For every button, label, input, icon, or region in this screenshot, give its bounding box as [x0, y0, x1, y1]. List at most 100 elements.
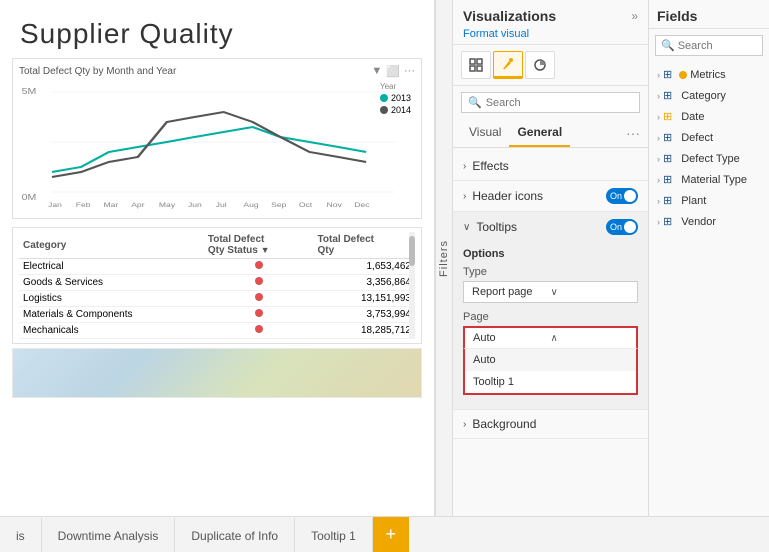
svg-text:Jul: Jul: [216, 201, 227, 209]
viz-search-box[interactable]: 🔍: [461, 92, 640, 113]
viz-search-icon: 🔍: [468, 96, 482, 109]
type-field: Type Report page ∨: [463, 266, 638, 303]
cell-status: [204, 323, 314, 339]
field-type-icon: ⊞: [663, 68, 672, 81]
header-icons-accordion: › Header icons On: [453, 181, 648, 212]
field-item-date[interactable]: › ⊞ Date: [649, 106, 769, 127]
field-item-defect-type[interactable]: › ⊞ Defect Type: [649, 148, 769, 169]
field-chevron: ›: [657, 91, 660, 101]
field-item-material-type[interactable]: › ⊞ Material Type: [649, 169, 769, 190]
viz-tabs: Visual General ···: [453, 119, 648, 148]
fields-list: › ⊞ Metrics › ⊞ Category › ⊞ Date › ⊞ De…: [649, 62, 769, 516]
svg-text:Mar: Mar: [103, 201, 118, 209]
table-row: Electrical 1,653,462: [19, 259, 415, 275]
field-type-icon: ⊞: [663, 152, 672, 165]
field-type-icon: ⊞: [663, 194, 672, 207]
expand-icon[interactable]: ⬜: [386, 65, 400, 78]
field-label: Date: [681, 111, 704, 123]
effects-accordion-header[interactable]: › Effects: [453, 152, 648, 180]
viz-search-input[interactable]: [486, 97, 633, 109]
page-tab-1[interactable]: Downtime Analysis: [42, 517, 176, 552]
tab-general[interactable]: General: [509, 119, 570, 147]
field-label: Category: [681, 90, 726, 102]
cell-qty: 18,285,712: [314, 323, 415, 339]
filter-icon[interactable]: ▼: [371, 65, 382, 78]
fields-search-box[interactable]: 🔍: [655, 35, 763, 56]
field-type-icon: ⊞: [663, 215, 672, 228]
svg-text:Jan: Jan: [48, 201, 62, 209]
effects-label: Effects: [472, 159, 638, 173]
effects-chevron: ›: [463, 161, 466, 172]
dropdown-option-tooltip1[interactable]: Tooltip 1: [465, 371, 636, 393]
filters-tab[interactable]: Filters: [435, 0, 453, 516]
background-header[interactable]: › Background: [453, 410, 648, 438]
table-row: Mechanicals 18,285,712: [19, 323, 415, 339]
background-chevron: ›: [463, 419, 466, 430]
page-tab-3[interactable]: Tooltip 1: [295, 517, 373, 552]
field-label: Material Type: [681, 174, 747, 186]
field-chevron: ›: [657, 70, 660, 80]
bottom-tabs: isDowntime AnalysisDuplicate of InfoTool…: [0, 516, 769, 552]
analytics-btn[interactable]: [525, 51, 555, 79]
svg-text:Apr: Apr: [131, 201, 145, 209]
svg-text:Oct: Oct: [299, 201, 313, 209]
field-item-metrics[interactable]: › ⊞ Metrics: [649, 64, 769, 85]
type-select[interactable]: Report page ∨: [463, 281, 638, 303]
effects-accordion: › Effects: [453, 152, 648, 181]
field-chevron: ›: [657, 175, 660, 185]
chart-legend: Year 2013 2014: [380, 82, 411, 117]
more-icon[interactable]: ···: [404, 65, 415, 78]
fields-search-input[interactable]: [678, 40, 757, 52]
cell-qty: 3,753,994: [314, 307, 415, 323]
paint-brush-btn[interactable]: [493, 51, 523, 79]
svg-text:Feb: Feb: [76, 201, 91, 209]
tooltips-toggle[interactable]: On: [606, 219, 638, 235]
svg-text:Dec: Dec: [354, 201, 369, 209]
tab-more[interactable]: ···: [626, 119, 640, 147]
col-defect-status: Total DefectQty Status ▼: [204, 232, 314, 259]
table-widget: Category Total DefectQty Status ▼ Total …: [12, 227, 422, 344]
page-tab-2[interactable]: Duplicate of Info: [175, 517, 295, 552]
field-item-defect[interactable]: › ⊞ Defect: [649, 127, 769, 148]
legend-2014: 2014: [391, 105, 411, 115]
cell-status: [204, 307, 314, 323]
header-icons-header[interactable]: › Header icons On: [453, 181, 648, 211]
field-item-category[interactable]: › ⊞ Category: [649, 85, 769, 106]
chart-widget: Total Defect Qty by Month and Year ▼ ⬜ ·…: [12, 58, 422, 219]
format-visual-link[interactable]: Format visual: [463, 28, 638, 40]
table-row: Logistics 13,151,993: [19, 291, 415, 307]
add-page-button[interactable]: +: [373, 517, 409, 552]
field-label: Vendor: [681, 216, 716, 228]
filters-tab-label: Filters: [438, 240, 450, 277]
field-chevron: ›: [657, 196, 660, 206]
viz-expand-icon[interactable]: »: [631, 9, 638, 23]
field-chevron: ›: [657, 217, 660, 227]
dropdown-option-auto[interactable]: Auto: [465, 349, 636, 371]
table-row: Materials & Components 3,753,994: [19, 307, 415, 323]
tooltips-header[interactable]: ∨ Tooltips On: [453, 212, 648, 242]
cell-category: Logistics: [19, 291, 204, 307]
grid-view-btn[interactable]: [461, 51, 491, 79]
tab-visual[interactable]: Visual: [461, 119, 509, 147]
cell-status: [204, 275, 314, 291]
field-item-vendor[interactable]: › ⊞ Vendor: [649, 211, 769, 232]
cell-status: [204, 291, 314, 307]
header-icons-toggle-label: On: [610, 191, 622, 201]
page-dropdown-list: Auto Tooltip 1: [463, 348, 638, 395]
background-label: Background: [472, 417, 638, 431]
legend-2013: 2013: [391, 93, 411, 103]
field-label: Plant: [681, 195, 706, 207]
field-type-icon: ⊞: [663, 110, 672, 123]
field-item-plant[interactable]: › ⊞ Plant: [649, 190, 769, 211]
page-field: Page Auto ∧ Auto Tooltip 1: [463, 311, 638, 395]
page-tab-0[interactable]: is: [0, 517, 42, 552]
header-icons-toggle[interactable]: On: [606, 188, 638, 204]
col-defect-qty: Total DefectQty: [314, 232, 415, 259]
field-label: Defect: [681, 132, 713, 144]
svg-text:0M: 0M: [22, 193, 37, 202]
report-canvas: Supplier Quality Total Defect Qty by Mon…: [0, 0, 435, 516]
page-select[interactable]: Auto ∧: [463, 326, 638, 348]
background-accordion: › Background: [453, 410, 648, 439]
viz-content: › Effects › Header icons On ∨: [453, 148, 648, 516]
metrics-dot: [679, 71, 687, 79]
